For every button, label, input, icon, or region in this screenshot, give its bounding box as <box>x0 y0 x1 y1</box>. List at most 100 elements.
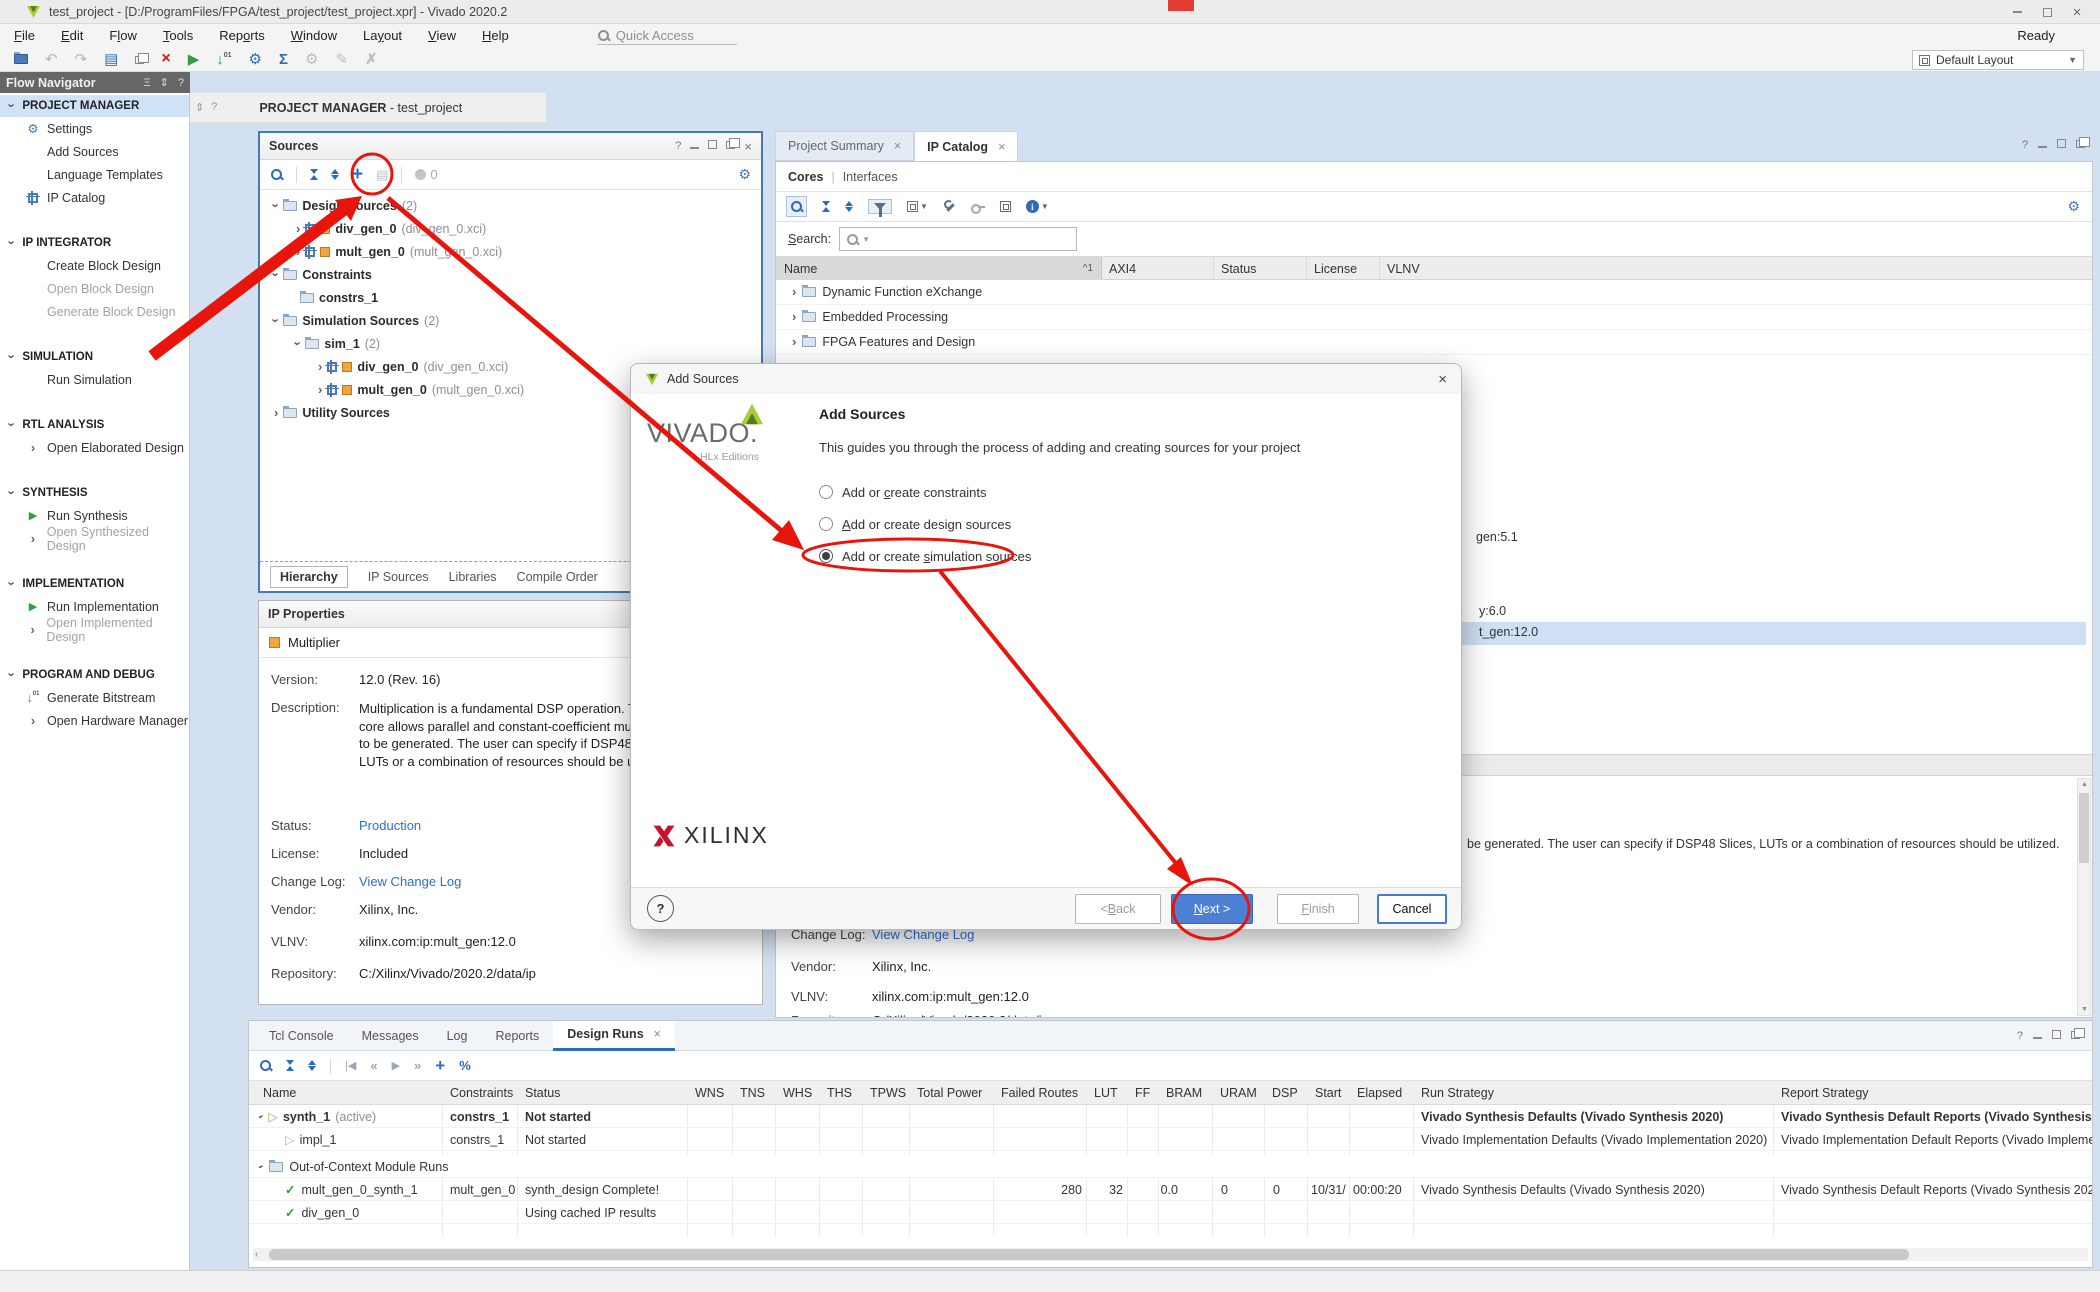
minimize-panel-icon[interactable] <box>690 140 699 152</box>
collapse-all-icon[interactable] <box>822 201 830 212</box>
column-name[interactable]: Name^1 <box>776 257 1101 280</box>
maximize-panel-icon[interactable] <box>2052 1030 2061 1042</box>
col-ths[interactable]: THS <box>827 1081 852 1104</box>
percent-icon[interactable]: % <box>459 1058 471 1073</box>
changelog-link[interactable]: View Change Log <box>359 874 461 889</box>
section-project-manager[interactable]: PROJECT MANAGER <box>0 95 189 117</box>
menu-edit[interactable]: Edit <box>61 28 83 43</box>
close-panel-icon[interactable]: × <box>744 139 752 154</box>
run-group-row[interactable]: Out-of-Context Module Runs <box>249 1155 2092 1178</box>
col-total-power[interactable]: Total Power <box>917 1081 982 1104</box>
undo-icon[interactable]: ↶ <box>45 52 58 67</box>
flow-nav-expand-icon[interactable]: ⇕ <box>160 76 169 89</box>
menu-help[interactable]: Help <box>482 28 509 43</box>
tab-messages[interactable]: Messages <box>348 1021 433 1051</box>
menu-window[interactable]: Window <box>291 28 337 43</box>
expand-all-icon[interactable] <box>308 1060 316 1071</box>
tab-hierarchy[interactable]: Hierarchy <box>270 566 348 588</box>
sidebar-item-add-sources[interactable]: Add Sources <box>0 140 189 163</box>
tree-item-simulation-sources[interactable]: Simulation Sources (2) <box>260 309 761 332</box>
copy-icon[interactable] <box>135 52 144 67</box>
wrench-icon[interactable] <box>943 200 956 213</box>
radio-add-constraints[interactable]: Add or create constraints <box>819 482 987 502</box>
column-status[interactable]: Status <box>1221 257 1256 280</box>
tab-tcl-console[interactable]: Tcl Console <box>255 1021 348 1051</box>
col-name[interactable]: Name <box>263 1081 296 1104</box>
scrollbar-thumb[interactable] <box>2079 793 2089 863</box>
col-constraints[interactable]: Constraints <box>450 1081 513 1104</box>
menu-file[interactable]: File <box>14 28 35 43</box>
chevron-right-icon[interactable] <box>792 335 796 349</box>
sidebar-item-run-simulation[interactable]: Run Simulation <box>0 368 189 391</box>
menu-tools[interactable]: Tools <box>163 28 193 43</box>
sidebar-item-language-templates[interactable]: Language Templates <box>0 163 189 186</box>
subtab-interfaces[interactable]: Interfaces <box>843 170 898 184</box>
run-row-div-gen[interactable]: ✓div_gen_0 Using cached IP results <box>249 1201 2092 1224</box>
tree-item-mult-gen[interactable]: mult_gen_0 (mult_gen_0.xci) <box>260 240 761 263</box>
search-icon[interactable] <box>259 1059 272 1072</box>
float-panel-icon[interactable] <box>2071 1030 2080 1042</box>
chevron-down-icon[interactable] <box>296 337 300 351</box>
help-icon[interactable]: ? <box>675 140 681 152</box>
chevron-right-icon[interactable] <box>274 406 278 420</box>
close-tab-icon[interactable]: × <box>894 139 901 153</box>
col-start[interactable]: Start <box>1315 1081 1341 1104</box>
col-whs[interactable]: WHS <box>783 1081 812 1104</box>
dialog-help-button[interactable]: ? <box>647 895 674 922</box>
col-failed-routes[interactable]: Failed Routes <box>1001 1081 1078 1104</box>
generate-bitstream-toolbar-icon[interactable]: ↓01 <box>216 52 231 67</box>
minimize-window-button[interactable] <box>2002 11 2032 13</box>
catalog-settings-gear-icon[interactable]: ⚙ <box>2067 198 2080 215</box>
save-icon[interactable]: ▤ <box>104 52 118 67</box>
sidebar-item-ip-catalog[interactable]: IP Catalog <box>0 186 189 209</box>
col-wns[interactable]: WNS <box>695 1081 724 1104</box>
tab-compile-order[interactable]: Compile Order <box>517 570 598 584</box>
dialog-close-icon[interactable]: × <box>1438 371 1447 388</box>
help-icon[interactable]: ? <box>2022 139 2028 151</box>
chevron-down-icon[interactable] <box>274 268 278 282</box>
search-icon[interactable] <box>786 196 807 217</box>
status-link[interactable]: Production <box>359 818 421 833</box>
filter-icon[interactable] <box>868 199 892 214</box>
tab-libraries[interactable]: Libraries <box>449 570 497 584</box>
float-panel-icon[interactable] <box>726 140 735 152</box>
sources-settings-gear-icon[interactable]: ⚙ <box>738 166 751 183</box>
scrollbar-thumb[interactable] <box>269 1249 1909 1260</box>
next-button[interactable]: Next > <box>1171 894 1253 924</box>
help-icon[interactable]: ? <box>2017 1030 2023 1042</box>
menu-flow[interactable]: Flow <box>109 28 136 43</box>
col-tpws[interactable]: TPWS <box>870 1081 906 1104</box>
col-status[interactable]: Status <box>525 1081 560 1104</box>
section-simulation[interactable]: SIMULATION <box>0 346 189 368</box>
tree-item-div-gen[interactable]: div_gen_0 (div_gen_0.xci) <box>260 217 761 240</box>
run-row-impl1[interactable]: ▷impl_1 constrs_1 Not started Vivado Imp… <box>249 1128 2092 1151</box>
group-by-icon[interactable]: ▼ <box>907 201 928 212</box>
minimize-panel-icon[interactable] <box>2038 139 2047 151</box>
tree-item-constrs-1[interactable]: constrs_1 <box>260 286 761 309</box>
run-row-synth1[interactable]: ▷synth_1 (active) constrs_1 Not started … <box>249 1105 2092 1128</box>
sidebar-item-open-elaborated-design[interactable]: Open Elaborated Design <box>0 436 189 459</box>
col-report-strategy[interactable]: Report Strategy <box>1781 1081 1869 1104</box>
chevron-down-icon[interactable] <box>259 1110 263 1124</box>
chip-icon[interactable] <box>1000 201 1011 212</box>
chevron-down-icon[interactable] <box>274 199 278 213</box>
tab-design-runs[interactable]: Design Runs× <box>553 1021 675 1051</box>
section-implementation[interactable]: IMPLEMENTATION <box>0 573 189 595</box>
float-panel-icon[interactable] <box>2076 139 2085 151</box>
close-tab-icon[interactable]: × <box>654 1027 661 1041</box>
radio-add-simulation-sources[interactable]: Add or create simulation sources <box>819 546 1031 566</box>
minimize-panel-icon[interactable] <box>2033 1030 2042 1042</box>
section-program-and-debug[interactable]: PROGRAM AND DEBUG <box>0 664 189 686</box>
quick-access-input[interactable]: Quick Access <box>597 26 737 45</box>
run-icon[interactable]: ▶ <box>188 52 200 67</box>
section-ip-integrator[interactable]: IP INTEGRATOR <box>0 232 189 254</box>
catalog-row-fpga-features[interactable]: FPGA Features and Design <box>776 330 2092 355</box>
catalog-search-input[interactable]: ▼ <box>839 227 1077 251</box>
cancel-button[interactable]: Cancel <box>1377 894 1447 924</box>
col-ff[interactable]: FF <box>1135 1081 1150 1104</box>
tab-log[interactable]: Log <box>433 1021 482 1051</box>
selected-catalog-row[interactable]: t_gen:12.0 <box>1436 622 2086 645</box>
collapse-all-icon[interactable] <box>286 1060 294 1071</box>
tree-item-constraints[interactable]: Constraints <box>260 263 761 286</box>
chevron-right-icon[interactable] <box>318 360 322 374</box>
